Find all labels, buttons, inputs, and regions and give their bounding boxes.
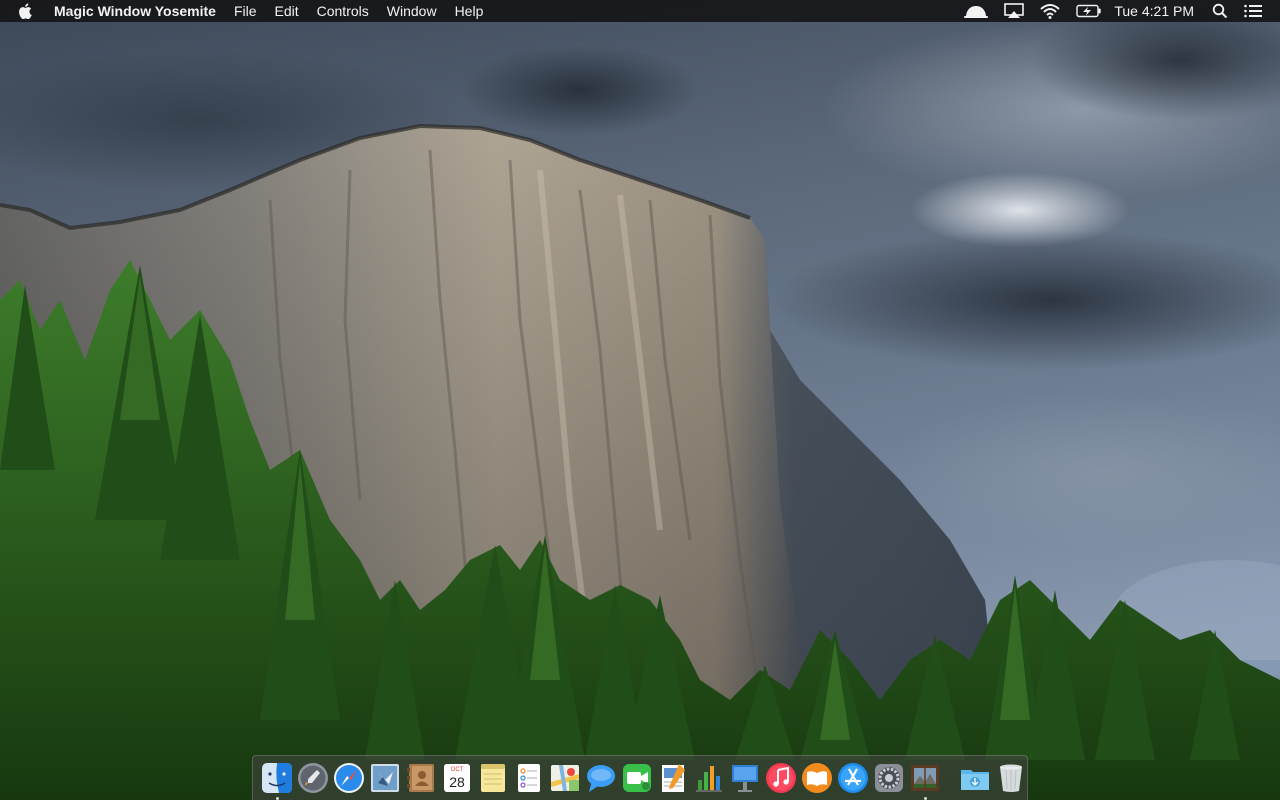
maps-icon [551,765,579,791]
menu-help[interactable]: Help [446,0,493,22]
system-preferences-icon [875,764,903,792]
itunes-icon [766,763,796,793]
pages-icon [662,764,685,792]
dock-ibooks[interactable] [801,762,833,794]
desktop-wallpaper [0,0,1280,800]
calendar-day-text: 28 [449,774,465,790]
dock-notes[interactable] [477,762,509,794]
dock-trash[interactable] [995,762,1027,794]
menu-file[interactable]: File [225,0,266,22]
calendar-month-text: OCT [451,767,464,773]
keynote-icon [732,765,758,792]
contacts-icon [407,764,434,792]
ibooks-icon [802,763,832,793]
dock-magic-window[interactable] [909,762,941,800]
magic-window-icon [911,765,939,791]
reminders-icon [518,764,540,792]
dock-system-preferences[interactable] [873,762,905,794]
dock-messages[interactable] [585,762,617,794]
menu-bar-left: Magic Window Yosemite File Edit Controls… [0,0,492,22]
dock-contacts[interactable] [405,762,437,794]
dock-mail[interactable] [369,762,401,794]
calendar-icon: OCT 28 [444,764,470,792]
messages-icon [587,765,615,792]
dock-app-store[interactable] [837,762,869,794]
notification-center-icon[interactable] [1236,0,1270,22]
notes-icon [481,764,505,792]
app-name-menu[interactable]: Magic Window Yosemite [54,0,225,22]
app-store-icon [838,763,868,793]
dock-pages[interactable] [657,762,689,794]
facetime-icon [623,764,651,792]
mail-icon [371,764,399,792]
launchpad-icon [298,763,328,793]
apple-logo-icon[interactable] [18,2,34,20]
dock-safari[interactable] [333,762,365,794]
dock-maps[interactable] [549,762,581,794]
dock-keynote[interactable] [729,762,761,794]
numbers-icon [696,766,722,792]
dock-itunes[interactable] [765,762,797,794]
dock-reminders[interactable] [513,762,545,794]
menu-bar-status: Tue 4:21 PM [956,0,1280,22]
finder-icon [262,763,292,793]
notification-hat-icon[interactable] [956,0,996,22]
spotlight-search-icon[interactable] [1204,0,1236,22]
menu-window[interactable]: Window [378,0,446,22]
downloads-folder-icon [961,770,989,790]
dock-launchpad[interactable] [297,762,329,794]
dock-downloads-stack[interactable] [959,762,991,794]
dock-numbers[interactable] [693,762,725,794]
safari-icon [334,763,364,793]
battery-charging-icon[interactable] [1068,0,1110,22]
menu-controls[interactable]: Controls [308,0,378,22]
menu-edit[interactable]: Edit [266,0,308,22]
dock: OCT 28 [252,755,1028,800]
dock-facetime[interactable] [621,762,653,794]
wifi-icon[interactable] [1032,0,1068,22]
menu-bar: Magic Window Yosemite File Edit Controls… [0,0,1280,22]
menu-bar-clock[interactable]: Tue 4:21 PM [1110,0,1204,22]
trash-icon [1000,764,1022,792]
dock-calendar[interactable]: OCT 28 [441,762,473,794]
airplay-icon[interactable] [996,0,1032,22]
dock-finder[interactable] [261,762,293,800]
